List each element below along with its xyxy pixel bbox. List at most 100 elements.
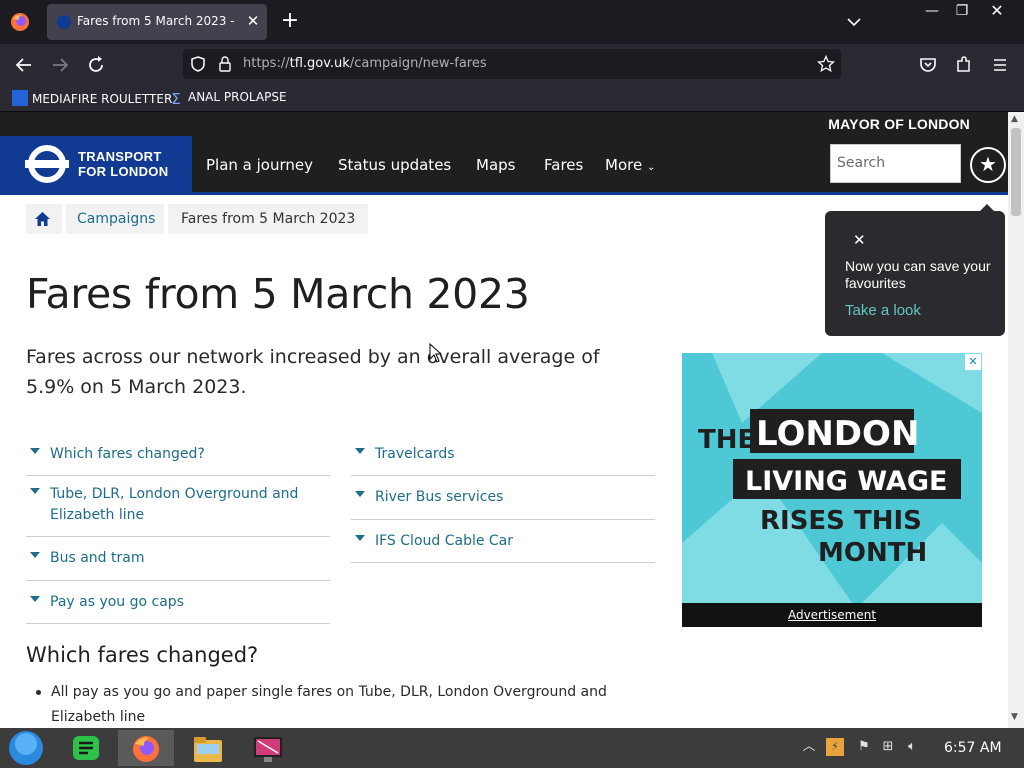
scroll-up-icon[interactable]: ▲ [1011, 114, 1018, 124]
link-river-bus[interactable]: River Bus services [351, 487, 655, 520]
favourites-star-icon[interactable]: ★ [970, 147, 1006, 183]
nav-maps[interactable]: Maps [476, 156, 515, 174]
tooltip-message: Now you can save your favourites [845, 258, 991, 291]
triangle-down-icon [355, 491, 365, 497]
restore-icon[interactable]: ❐ [947, 2, 977, 22]
start-menu-icon[interactable] [7, 729, 45, 767]
web-page: MAYOR OF LONDON TRANSPORT FOR LONDON Pla… [0, 112, 1008, 728]
mediafire-icon [12, 90, 28, 106]
section-title: Which fares changed? [26, 643, 259, 667]
url-text[interactable]: https://tfl.gov.uk/campaign/new-fares [243, 56, 487, 71]
ad-line-london: LONDON [756, 414, 919, 454]
search-input[interactable]: Search [830, 144, 961, 183]
hamburger-menu-icon[interactable] [988, 53, 1012, 77]
header-underline [0, 192, 1008, 195]
nav-more[interactable]: More ⌄ [605, 156, 655, 174]
browser-tab-strip: Fares from 5 March 2023 - Transport for … [0, 0, 1024, 44]
tray-expand-icon[interactable]: ︿ [800, 738, 818, 756]
network-icon[interactable]: ⊞ [879, 738, 897, 756]
taskbar-display-app[interactable] [240, 730, 296, 766]
scroll-thumb[interactable] [1011, 128, 1021, 216]
ad-line-the: THE [698, 425, 755, 455]
bookmark-folder[interactable]: Σ ANAL PROLAPSE [168, 90, 286, 108]
folder-icon [194, 737, 222, 762]
tfl-favicon-icon [57, 15, 71, 29]
browser-tab[interactable]: Fares from 5 March 2023 - Transport for … [47, 4, 267, 40]
ad-close-icon[interactable]: ✕ [965, 354, 981, 370]
tab-close-icon[interactable]: ✕ [245, 11, 261, 31]
link-cable-car[interactable]: IFS Cloud Cable Car [351, 531, 655, 563]
notes-icon [73, 736, 99, 760]
clock[interactable]: 6:57 AM [944, 740, 1002, 756]
advertisement-label[interactable]: Advertisement [682, 603, 982, 627]
bookmarks-bar: MEDIAFIRE ROULETTER Σ ANAL PROLAPSE [0, 85, 1024, 112]
url-bar[interactable]: https://tfl.gov.uk/campaign/new-fares [183, 49, 841, 79]
pocket-icon[interactable] [916, 53, 940, 77]
page-title: Fares from 5 March 2023 [26, 270, 530, 318]
chevron-down-icon[interactable] [844, 12, 864, 32]
firefox-icon [133, 736, 159, 762]
shield-icon[interactable] [189, 55, 207, 73]
triangle-down-icon [30, 488, 40, 494]
reload-icon[interactable] [84, 53, 108, 77]
logo-line-1: TRANSPORT [78, 149, 162, 164]
monitor-icon [254, 737, 282, 762]
new-tab-icon[interactable]: + [278, 10, 302, 34]
forward-arrow-icon[interactable] [48, 53, 72, 77]
taskbar: ︿ ⚡ ⚑ ⊞ 🔈︎ 6:57 AM [0, 728, 1024, 768]
lock-icon[interactable] [217, 55, 233, 73]
scroll-down-icon[interactable]: ▼ [1011, 712, 1018, 722]
triangle-down-icon [355, 535, 365, 541]
triangle-down-icon [355, 448, 365, 454]
taskbar-notes-app[interactable] [58, 730, 114, 766]
ad-line-living: LIVING WAGE [745, 466, 947, 497]
volume-icon[interactable]: 🔈︎ [903, 738, 921, 756]
list-item: All pay as you go and paper single fares… [36, 680, 646, 728]
favourites-tooltip: ✕ Now you can save your favourites Take … [825, 204, 1005, 336]
roundel-icon [25, 145, 69, 183]
mayor-bar: MAYOR OF LONDON [0, 112, 1008, 136]
intro-text: Fares across our network increased by an… [26, 346, 600, 398]
mayor-of-london-link[interactable]: MAYOR OF LONDON [828, 116, 970, 132]
bookmark-star-icon[interactable] [817, 55, 835, 73]
triangle-down-icon [30, 596, 40, 602]
advert-graphic: THE LONDON LIVING WAGE RISES THIS MONTH [682, 353, 982, 603]
back-arrow-icon[interactable] [12, 53, 36, 77]
firefox-icon[interactable] [10, 12, 30, 32]
browser-nav-bar: https://tfl.gov.uk/campaign/new-fares [0, 44, 1024, 85]
extensions-puzzle-icon[interactable] [952, 53, 976, 77]
page-scrollbar[interactable]: ▲ ▼ [1008, 112, 1024, 728]
bookmark-mediafire[interactable]: MEDIAFIRE ROULETTER [12, 90, 172, 108]
triangle-down-icon [30, 552, 40, 558]
nav-plan-journey[interactable]: Plan a journey [206, 156, 313, 174]
link-tube-dlr[interactable]: Tube, DLR, London Overground and Elizabe… [26, 484, 330, 537]
nav-fares[interactable]: Fares [544, 156, 583, 174]
take-a-look-link[interactable]: Take a look [845, 302, 921, 319]
nav-status-updates[interactable]: Status updates [338, 156, 451, 174]
window-close-icon[interactable]: ✕ [982, 2, 1012, 22]
tooltip-close-icon[interactable]: ✕ [853, 231, 866, 249]
ad-line-rises: RISES THIS [760, 506, 922, 536]
tray-app-icon[interactable]: ⚡ [826, 738, 844, 756]
taskbar-files-app[interactable] [180, 730, 236, 766]
mouse-cursor-icon [429, 343, 441, 363]
minimize-icon[interactable]: — [917, 2, 947, 22]
home-icon [35, 212, 50, 226]
sigma-icon: Σ [171, 90, 181, 108]
breadcrumb-current: Fares from 5 March 2023 [168, 204, 368, 234]
tab-title: Fares from 5 March 2023 - Transport for … [77, 14, 237, 28]
breadcrumb-home[interactable] [26, 204, 62, 234]
taskbar-firefox-app[interactable] [118, 730, 174, 766]
advert[interactable]: THE LONDON LIVING WAGE RISES THIS MONTH … [682, 353, 982, 627]
logo-line-2: FOR LONDON [78, 164, 169, 179]
link-which-fares-changed[interactable]: Which fares changed? [26, 444, 330, 476]
chevron-down-icon: ⌄ [646, 162, 656, 173]
link-bus-tram[interactable]: Bus and tram [26, 548, 330, 581]
link-travelcards[interactable]: Travelcards [351, 444, 655, 476]
bullet-dot [36, 690, 41, 695]
flag-icon[interactable]: ⚑ [855, 738, 873, 756]
link-payg-caps[interactable]: Pay as you go caps [26, 592, 330, 624]
tooltip-arrow [979, 204, 995, 212]
breadcrumb-campaigns[interactable]: Campaigns [66, 204, 164, 234]
tfl-logo[interactable]: TRANSPORT FOR LONDON [0, 136, 192, 192]
